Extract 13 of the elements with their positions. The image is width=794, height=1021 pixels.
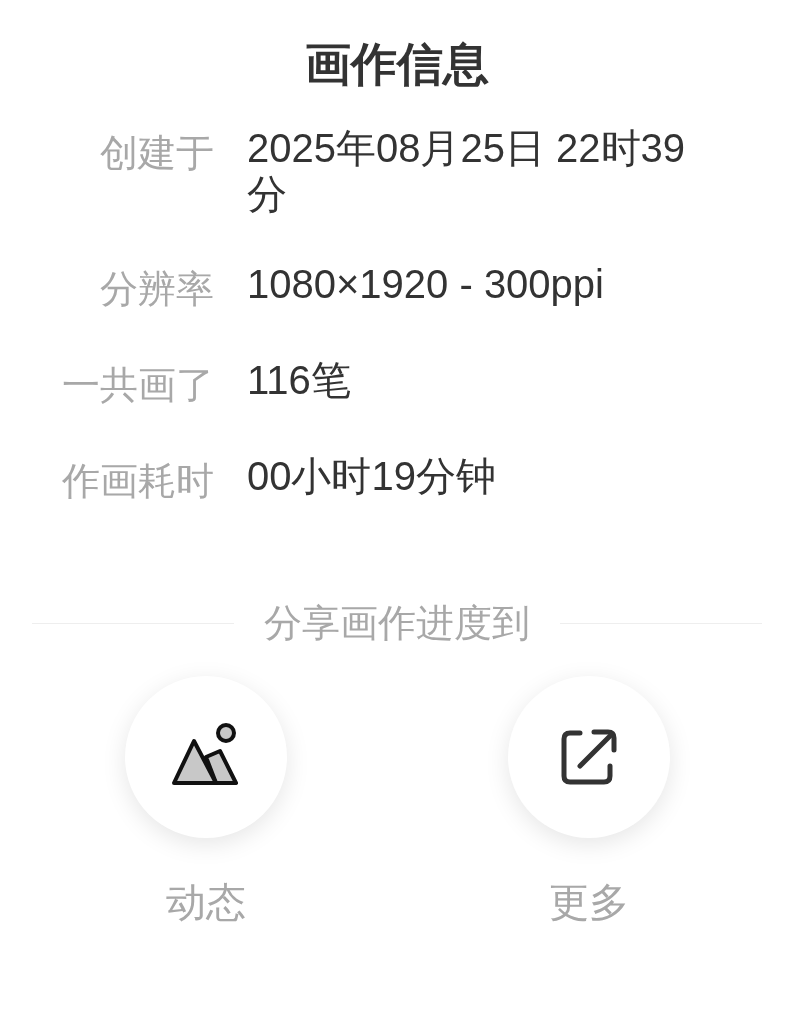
info-value: 00小时19分钟: [247, 453, 497, 499]
info-value: 116笔: [247, 357, 352, 403]
info-label: 分辨率: [99, 267, 214, 312]
info-label: 一共画了: [61, 363, 214, 408]
info-label: 作画耗时: [61, 459, 214, 504]
share-target-label: 动态: [165, 879, 246, 926]
info-value: 1080×1920 - 300ppi: [247, 261, 605, 307]
dialog-title: 画作信息: [305, 37, 489, 92]
info-value: 2025年08月25日 22时39分: [247, 125, 687, 217]
share-heading: 分享画作进度到: [264, 601, 530, 646]
share-icon: [559, 728, 618, 786]
share-target-label: 更多: [548, 879, 629, 926]
info-label: 创建于: [99, 131, 214, 176]
